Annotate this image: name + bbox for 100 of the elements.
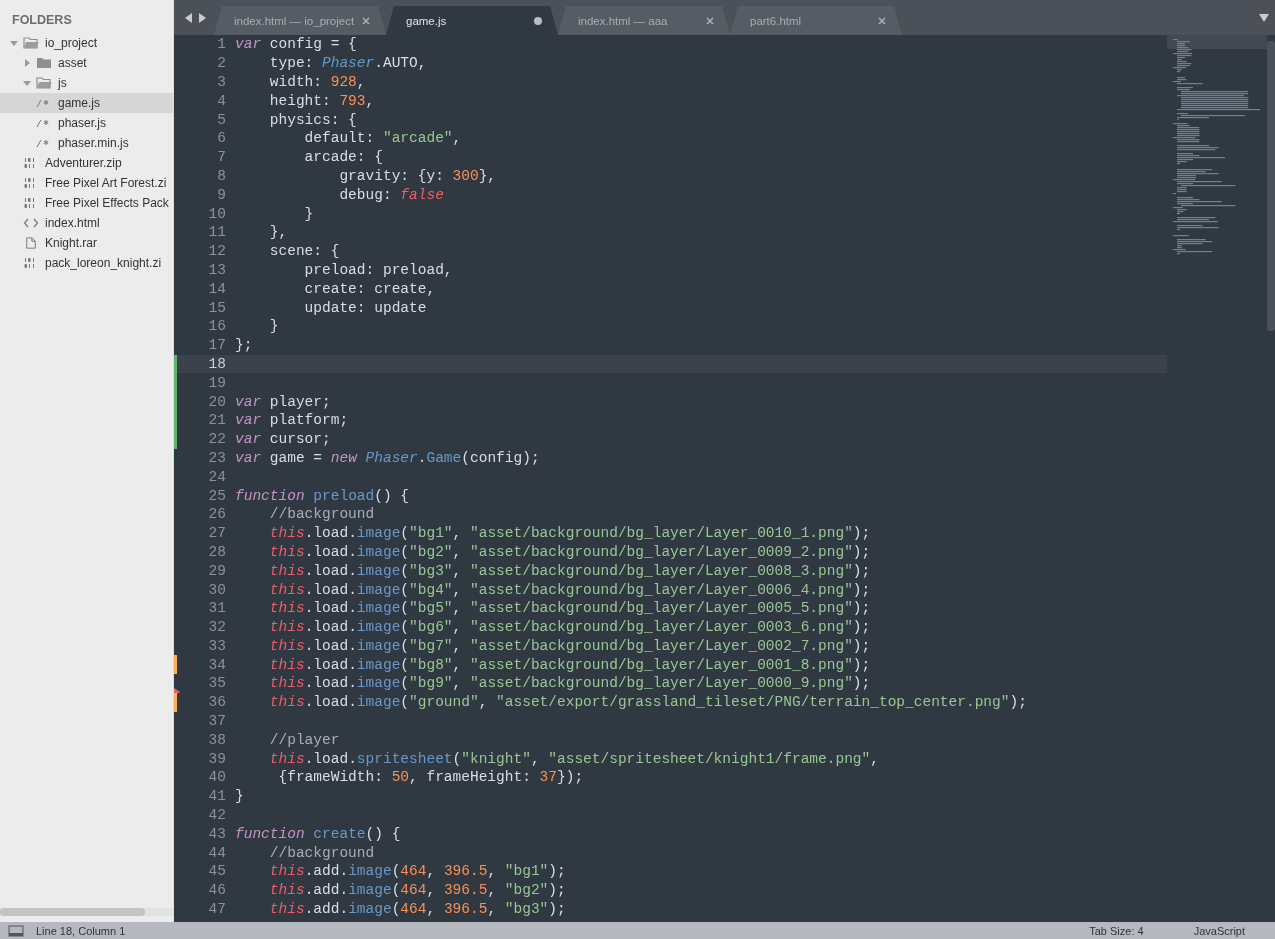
right-arrow-icon[interactable]: [198, 12, 206, 23]
code-line: update: update: [303, 299, 427, 316]
line-number: 35: [208, 675, 226, 692]
line-number: 38: [208, 731, 226, 748]
code-line: //player: [268, 731, 340, 748]
tree-item[interactable]: Free Pixel Art Forest.zi: [0, 173, 173, 193]
tree-item[interactable]: phaser.js: [0, 113, 173, 133]
code-line: scene: {: [268, 243, 340, 260]
code-line: var cursor;: [235, 431, 331, 448]
line-number: 6: [217, 130, 226, 147]
code-line: function preload() {: [235, 487, 410, 504]
line-number: 12: [208, 243, 226, 260]
changed-line-marker: [174, 655, 177, 675]
line-number: 40: [208, 769, 226, 786]
line-number: 4: [217, 92, 226, 109]
code-line: {frameWidth: 50, frameHeight: 37});: [277, 769, 584, 786]
editor-tab[interactable]: game.js: [386, 6, 558, 35]
line-number: 18: [208, 355, 226, 372]
left-arrow-icon[interactable]: [185, 12, 193, 23]
tree-item[interactable]: asset: [0, 53, 173, 73]
code-line: }: [303, 205, 314, 222]
close-icon[interactable]: [878, 16, 886, 25]
tree-item[interactable]: game.js: [0, 93, 173, 113]
expanded-caret-icon[interactable]: [10, 39, 18, 47]
line-number: 24: [208, 468, 226, 485]
line-number: 21: [208, 412, 226, 429]
document-icon: [23, 237, 39, 249]
tree-item[interactable]: io_project: [0, 33, 173, 53]
line-number: 7: [217, 149, 226, 166]
code-line: }: [235, 788, 244, 805]
open-folder-icon: [23, 37, 39, 49]
code-line: this.load.image("bg3", "asset/background/bg_layer/Layer_0008_3.png");: [268, 562, 871, 579]
line-number: 22: [208, 431, 226, 448]
close-icon[interactable]: [362, 16, 370, 25]
code-line: default: "arcade",: [303, 130, 462, 147]
line-number: 3: [217, 74, 226, 90]
tree-item[interactable]: js: [0, 73, 173, 93]
line-number: 16: [208, 318, 226, 335]
line-number: 15: [208, 299, 226, 316]
cursor-position: Line 18, Column 1: [36, 924, 126, 937]
tree-item[interactable]: Free Pixel Effects Pack: [0, 193, 173, 213]
code-brackets-icon: [23, 217, 39, 229]
code-line: this.load.image("bg9", "asset/background/bg_layer/Layer_0000_9.png");: [268, 675, 871, 692]
line-number: 25: [208, 487, 226, 504]
line-number: 45: [208, 863, 226, 880]
code-line: width: 928,: [268, 74, 366, 90]
code-line: gravity: {y: 300},: [338, 167, 497, 184]
folder-icon: [36, 57, 52, 69]
line-number: 9: [217, 186, 226, 203]
line-number: 11: [208, 224, 226, 241]
code-line: height: 793,: [268, 92, 375, 109]
line-number: 29: [208, 562, 226, 579]
line-number: 46: [208, 882, 226, 899]
line-number: 30: [208, 581, 226, 598]
code-line: this.load.image("bg4", "asset/background/bg_layer/Layer_0006_4.png");: [268, 581, 871, 598]
sidebar-heading: FOLDERS: [11, 12, 73, 29]
tree-item[interactable]: Adventurer.zip: [0, 153, 173, 173]
syntax-mode[interactable]: JavaScript: [1193, 924, 1245, 937]
line-number: 10: [208, 205, 226, 222]
line-number: 43: [208, 825, 226, 842]
tree-item[interactable]: index.html: [0, 213, 173, 233]
horizontal-scrollbar[interactable]: [0, 908, 173, 916]
code-line: };: [235, 337, 253, 354]
changed-line-marker: [174, 692, 177, 712]
code-line: var game = new Phaser.Game(config);: [235, 449, 540, 466]
tree-item[interactable]: pack_loreon_knight.zi: [0, 253, 173, 273]
line-number: 33: [208, 637, 226, 654]
line-number: 28: [208, 543, 226, 560]
line-number: 2: [217, 55, 226, 72]
expanded-caret-icon[interactable]: [23, 79, 31, 87]
code-line: arcade: {: [303, 149, 383, 166]
tab-size[interactable]: Tab Size: 4: [1089, 924, 1144, 937]
code-line: function create() {: [235, 825, 401, 842]
line-number: 44: [208, 844, 226, 861]
line-number: 26: [208, 506, 226, 523]
unsaved-dot-icon[interactable]: [534, 16, 542, 25]
code-line: this.load.image("bg8", "asset/background/bg_layer/Layer_0001_8.png");: [268, 656, 871, 673]
line-number: 42: [208, 807, 226, 824]
code-line: var config = {: [235, 36, 357, 53]
tree-item[interactable]: phaser.min.js: [0, 133, 173, 153]
line-number: 32: [208, 619, 226, 636]
line-number: 19: [208, 374, 226, 391]
code-line: debug: false: [338, 186, 444, 203]
code-line: this.add.image(464, 396.5, "bg3");: [268, 901, 566, 918]
close-icon[interactable]: [706, 16, 714, 25]
code-line: this.load.image("bg6", "asset/background/bg_layer/Layer_0003_6.png");: [268, 619, 871, 636]
line-number: 13: [208, 261, 226, 278]
code-line: var player;: [235, 393, 331, 410]
line-number: 20: [208, 393, 226, 410]
code-line: this.load.spritesheet("knight", "asset/spritesheet/knight1/frame.png",: [268, 750, 879, 767]
line-number: 14: [208, 280, 226, 297]
code-line: },: [268, 224, 288, 241]
code-line: this.load.image("bg7", "asset/background/bg_layer/Layer_0002_7.png");: [268, 637, 871, 654]
panel-icon[interactable]: [8, 924, 24, 937]
line-number: 17: [208, 337, 226, 354]
line-number: 37: [208, 713, 226, 730]
dropdown-caret-icon[interactable]: [1259, 13, 1269, 22]
tree-item[interactable]: Knight.rar: [0, 233, 173, 253]
line-number: 39: [208, 750, 226, 767]
collapsed-caret-icon[interactable]: [23, 59, 31, 67]
